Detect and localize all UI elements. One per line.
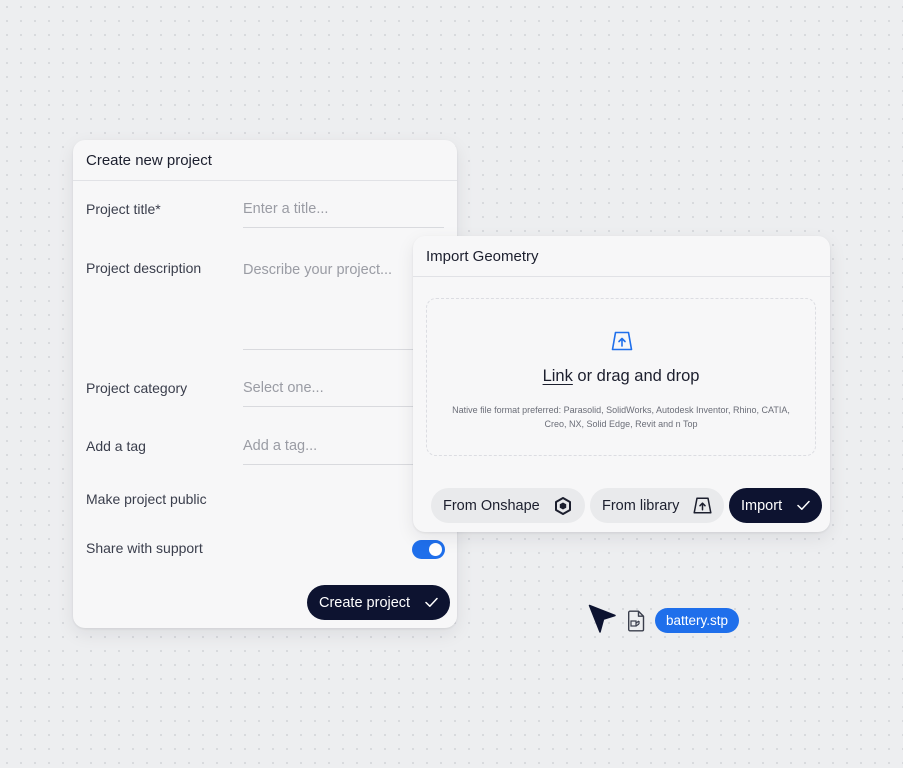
make-public-label: Make project public (86, 491, 207, 507)
project-title-input[interactable]: Enter a title... (243, 201, 444, 228)
file-format-note: Native file format preferred: Parasolid,… (452, 405, 790, 429)
file-icon (628, 610, 645, 632)
check-icon (425, 597, 438, 607)
create-project-card: Create new project Project title* Enter … (73, 140, 457, 628)
from-library-button[interactable]: From library (590, 488, 724, 523)
project-title-label: Project title* (86, 201, 161, 217)
share-support-label: Share with support (86, 540, 203, 556)
project-description-label: Project description (86, 260, 202, 276)
create-project-button-label: Create project (319, 594, 411, 611)
drag-drop-text: or drag and drop (572, 367, 700, 385)
dragged-file-chip[interactable]: battery.stp (655, 608, 740, 633)
create-project-title: Create new project (73, 140, 457, 181)
import-button-label: Import (741, 497, 783, 514)
upload-tray-icon (693, 497, 712, 514)
project-category-label: Project category (86, 380, 188, 396)
from-library-label: From library (602, 497, 680, 514)
share-support-toggle[interactable] (412, 540, 445, 559)
import-geometry-title: Import Geometry (413, 236, 830, 277)
import-geometry-card: Import Geometry Link or drag and drop Na… (413, 236, 830, 532)
from-onshape-label: From Onshape (443, 497, 540, 514)
dropzone-title: Link or drag and drop (427, 367, 815, 386)
upload-link[interactable]: Link (543, 367, 573, 385)
file-dropzone[interactable]: Link or drag and drop Native file format… (426, 298, 816, 456)
toggle-knob (429, 543, 442, 556)
import-button[interactable]: Import (729, 488, 822, 523)
cursor-arrow-icon (588, 604, 616, 633)
from-onshape-button[interactable]: From Onshape (431, 488, 585, 523)
onshape-icon (555, 497, 571, 515)
upload-tray-icon (611, 331, 633, 351)
add-tag-label: Add a tag (86, 438, 146, 454)
create-project-button[interactable]: Create project (307, 585, 450, 620)
check-icon (797, 500, 810, 510)
